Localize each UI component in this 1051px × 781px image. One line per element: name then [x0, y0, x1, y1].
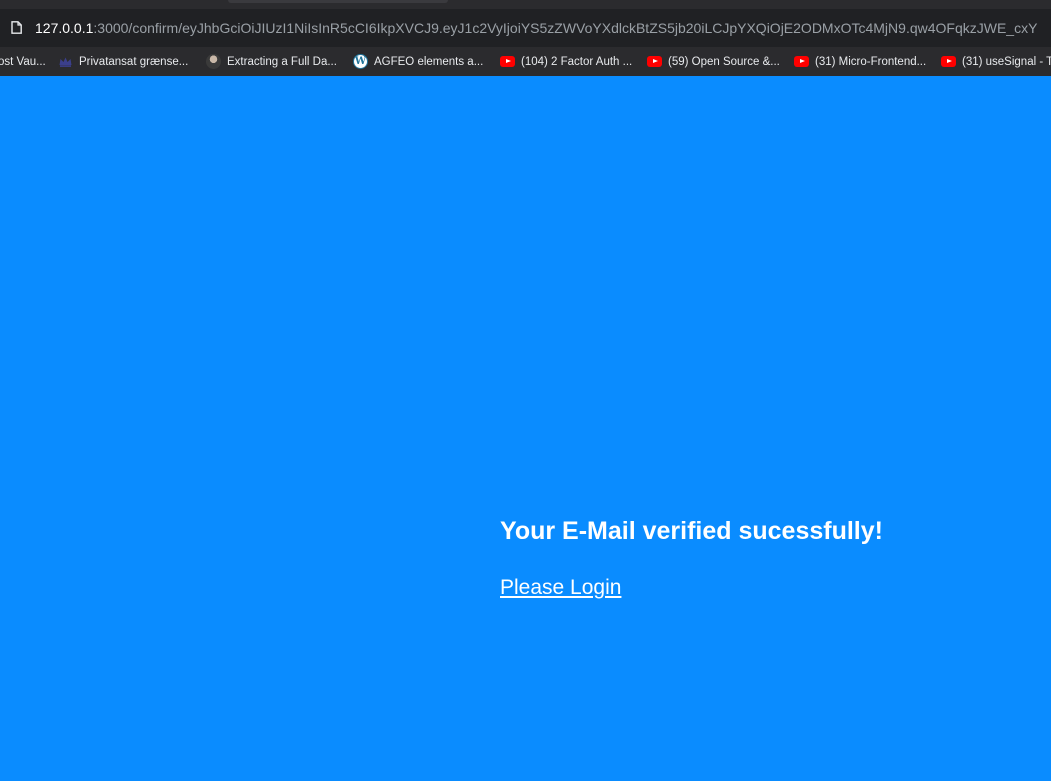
bookmark-item[interactable]: Extracting a Full Da... — [206, 53, 337, 70]
bookmark-item[interactable]: (31) useSignal - T — [941, 53, 1051, 70]
bookmark-item[interactable]: (31) Micro-Frontend... — [794, 53, 926, 70]
wordpress-icon: W — [353, 54, 368, 69]
bookmark-item[interactable]: (59) Open Source &... — [647, 53, 780, 70]
bookmark-label: ost Vau... — [0, 55, 46, 68]
bookmark-label: Privatansat grænse... — [79, 55, 189, 68]
bookmark-item[interactable]: ost Vau... — [0, 53, 46, 70]
bookmark-item[interactable]: W AGFEO elements a... — [353, 53, 483, 70]
verification-message: Your E-Mail verified sucessfully! — [500, 517, 883, 545]
bookmark-label: (31) useSignal - T — [962, 55, 1051, 68]
bookmark-item[interactable]: Privatansat grænse... — [58, 53, 188, 70]
url-text[interactable]: 127.0.0.1:3000/confirm/eyJhbGciOiJIUzI1N… — [35, 19, 1037, 37]
page-icon — [11, 21, 22, 34]
youtube-icon — [500, 56, 515, 67]
address-bar[interactable]: 127.0.0.1:3000/confirm/eyJhbGciOiJIUzI1N… — [0, 9, 1051, 47]
bookmark-item[interactable]: (104) 2 Factor Auth ... — [500, 53, 632, 70]
url-host: 127.0.0.1 — [35, 20, 94, 36]
url-path: :3000/confirm/eyJhbGciOiJIUzI1NiIsInR5cC… — [93, 20, 1038, 36]
youtube-icon — [647, 56, 662, 67]
bookmark-label: Extracting a Full Da... — [227, 55, 337, 68]
login-link[interactable]: Please Login — [500, 576, 621, 600]
avatar-icon — [206, 54, 221, 69]
page-content: Your E-Mail verified sucessfully! Please… — [0, 76, 1051, 781]
youtube-icon — [794, 56, 809, 67]
youtube-icon — [941, 56, 956, 67]
bookmarks-bar: ost Vau... Privatansat grænse... Extract… — [0, 47, 1051, 76]
active-tab[interactable] — [228, 0, 448, 3]
crown-icon — [59, 57, 72, 67]
tab-strip — [0, 0, 1051, 9]
bookmark-label: (59) Open Source &... — [668, 55, 780, 68]
browser-chrome: 127.0.0.1:3000/confirm/eyJhbGciOiJIUzI1N… — [0, 0, 1051, 76]
bookmark-label: AGFEO elements a... — [374, 55, 484, 68]
bookmark-label: (31) Micro-Frontend... — [815, 55, 927, 68]
bookmark-label: (104) 2 Factor Auth ... — [521, 55, 633, 68]
